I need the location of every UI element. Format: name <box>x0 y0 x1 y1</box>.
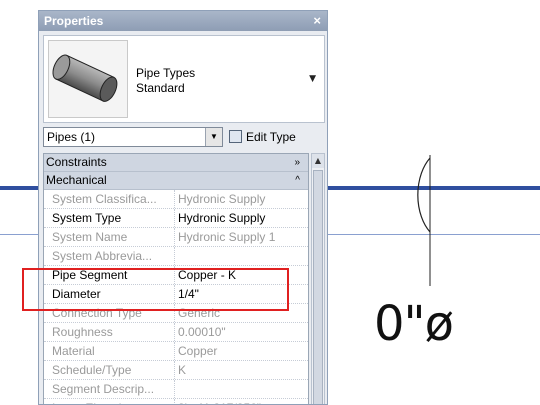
group-constraints[interactable]: Constraints » <box>44 154 308 172</box>
property-value[interactable]: Hydronic Supply <box>174 209 306 227</box>
property-row[interactable]: Segment Descrip... <box>44 380 308 399</box>
chevron-down-icon[interactable]: ▼ <box>309 74 316 84</box>
property-row[interactable]: System Type Hydronic Supply <box>44 209 308 228</box>
instance-filter-value: Pipes (1) <box>47 130 96 144</box>
edit-type-icon <box>229 130 242 143</box>
property-label: System Name <box>52 230 128 244</box>
group-mechanical[interactable]: Mechanical ^ <box>44 172 308 190</box>
palette-title: Properties <box>44 14 104 28</box>
property-label: System Classifica... <box>52 192 157 206</box>
property-label: Invert Elevation <box>52 399 172 404</box>
property-label: Segment Descrip... <box>52 382 155 396</box>
property-value: Copper <box>174 342 306 360</box>
property-row[interactable]: System Name Hydronic Supply 1 <box>44 228 308 247</box>
group-label: Constraints <box>46 155 107 169</box>
edit-type-label: Edit Type <box>246 130 296 144</box>
scrollbar[interactable]: ▲ <box>311 153 325 404</box>
property-row[interactable]: System Classifica... Hydronic Supply <box>44 190 308 209</box>
property-label: Schedule/Type <box>52 363 132 377</box>
property-row[interactable]: Material Copper <box>44 342 308 361</box>
expand-icon[interactable]: ^ <box>295 172 300 189</box>
property-value <box>174 247 306 265</box>
property-value: Hydronic Supply 1 <box>174 228 306 246</box>
property-value: 8' - 11 217/256" <box>174 399 306 404</box>
red-highlight-box <box>22 268 289 311</box>
collapse-icon[interactable]: » <box>294 154 300 171</box>
type-name-label: Pipe Types Standard <box>136 66 195 96</box>
properties-palette: Properties × Pipe Types Standard ▼ Pipes… <box>38 10 328 405</box>
scroll-thumb[interactable] <box>313 170 323 404</box>
dropdown-arrow-icon[interactable]: ▼ <box>205 128 222 146</box>
property-value: 0.00010" <box>174 323 306 341</box>
property-row[interactable]: Schedule/Type K <box>44 361 308 380</box>
property-row[interactable]: Invert Elevation8' - 11 217/256" <box>44 399 308 404</box>
type-selector-panel[interactable]: Pipe Types Standard ▼ <box>43 35 325 123</box>
property-row[interactable]: System Abbrevia... <box>44 247 308 266</box>
diameter-annotation[interactable]: 0"ø <box>374 296 454 352</box>
property-label: System Type <box>52 211 122 225</box>
type-family: Pipe Types <box>136 66 196 80</box>
instance-filter-dropdown[interactable]: Pipes (1) ▼ <box>43 127 223 147</box>
palette-titlebar[interactable]: Properties × <box>39 11 327 31</box>
property-label: System Abbrevia... <box>52 249 153 263</box>
selector-row: Pipes (1) ▼ Edit Type <box>43 127 325 149</box>
edit-type-button[interactable]: Edit Type <box>229 127 296 147</box>
property-label: Roughness <box>52 325 113 339</box>
pipe-icon <box>52 54 118 102</box>
type-name: Standard <box>136 81 185 95</box>
property-label: Material <box>52 344 95 358</box>
property-value: K <box>174 361 306 379</box>
property-value <box>174 380 306 398</box>
pipe-type-thumbnail <box>48 40 128 118</box>
property-value: Hydronic Supply <box>174 190 306 208</box>
group-label: Mechanical <box>46 173 107 187</box>
scroll-up-icon[interactable]: ▲ <box>312 154 324 168</box>
close-icon[interactable]: × <box>313 11 321 31</box>
property-row[interactable]: Roughness 0.00010" <box>44 323 308 342</box>
